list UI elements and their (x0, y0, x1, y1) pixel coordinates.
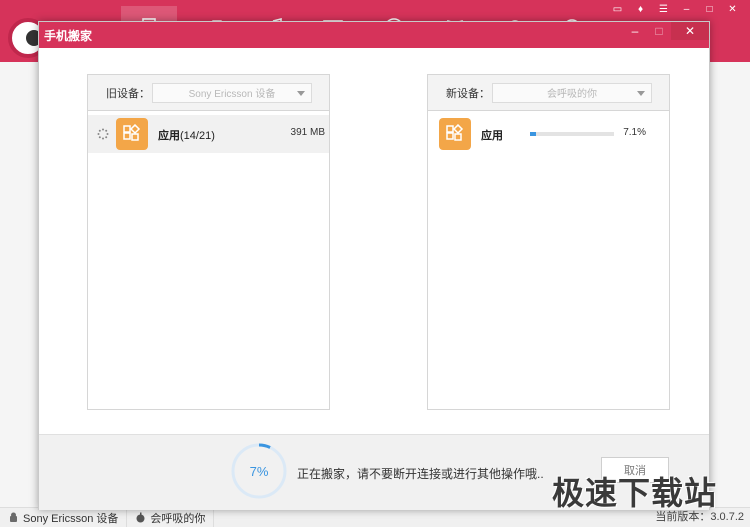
old-device-select[interactable]: Sony Ericsson 设备 (152, 82, 312, 103)
apps-category-icon (439, 118, 471, 150)
new-device-header: 新设备： 会呼吸的你 (427, 74, 670, 110)
overall-progress-text: 7% (249, 463, 269, 479)
old-item-size: 391 MB (290, 127, 325, 138)
background-window-controls: ▭ ♦ ☰ – □ ✕ (606, 2, 744, 16)
dialog-minimize-icon[interactable]: – (623, 22, 647, 40)
phone-transfer-dialog: 手机搬家 – □ ✕ 旧设备： Sony Ericsson 设备 应用(14/2… (38, 21, 710, 510)
dialog-titlebar[interactable]: 手机搬家 – □ ✕ (39, 22, 709, 48)
dialog-close-icon[interactable]: ✕ (671, 22, 709, 40)
loading-spinner-icon (97, 128, 109, 140)
chat-icon[interactable]: ▭ (606, 2, 629, 16)
transfer-status-message: 正在搬家，请不要断开连接或进行其他操作哦.. (297, 467, 544, 481)
android-icon (10, 512, 17, 522)
new-item-progress-fill (530, 132, 536, 136)
watermark-text: 极速下载站 (552, 474, 718, 512)
menu-icon[interactable]: ☰ (652, 2, 675, 16)
dialog-maximize-icon[interactable]: □ (647, 22, 671, 40)
old-device-header: 旧设备： Sony Ericsson 设备 (87, 74, 330, 110)
status-device-2-label: 会呼吸的你 (150, 512, 206, 525)
old-device-item-apps[interactable]: 应用(14/21) 391 MB (88, 115, 329, 153)
minimize-icon[interactable]: – (675, 2, 698, 16)
new-item-progress-bar (530, 132, 614, 136)
new-device-label: 新设备： (446, 87, 490, 100)
old-item-label: 应用(14/21) (158, 130, 215, 142)
chevron-down-icon (297, 90, 305, 96)
old-device-select-value: Sony Ericsson 设备 (188, 89, 276, 100)
close-icon[interactable]: ✕ (721, 2, 744, 16)
new-device-item-apps[interactable]: 应用 7.1% (428, 115, 669, 153)
chevron-down-icon (637, 90, 645, 96)
new-device-list: 应用 7.1% (427, 110, 670, 410)
status-device-1-label: Sony Ericsson 设备 (23, 512, 119, 525)
status-device-1[interactable]: Sony Ericsson 设备 (0, 507, 128, 527)
new-item-label: 应用 (481, 130, 503, 142)
status-device-2[interactable]: 会呼吸的你 (127, 507, 215, 527)
old-device-list: 应用(14/21) 391 MB (87, 110, 330, 410)
apple-icon (136, 512, 145, 523)
dialog-window-controls: – □ ✕ (623, 22, 709, 40)
new-item-progress-text: 7.1% (623, 127, 646, 138)
shirt-icon[interactable]: ♦ (629, 2, 652, 16)
new-device-select[interactable]: 会呼吸的你 (492, 82, 652, 103)
dialog-title: 手机搬家 (44, 28, 93, 43)
apps-category-icon (116, 118, 148, 150)
old-device-label: 旧设备： (106, 87, 150, 100)
old-item-count: (14/21) (180, 130, 215, 142)
new-device-select-value: 会呼吸的你 (547, 89, 597, 100)
maximize-icon[interactable]: □ (698, 2, 721, 16)
